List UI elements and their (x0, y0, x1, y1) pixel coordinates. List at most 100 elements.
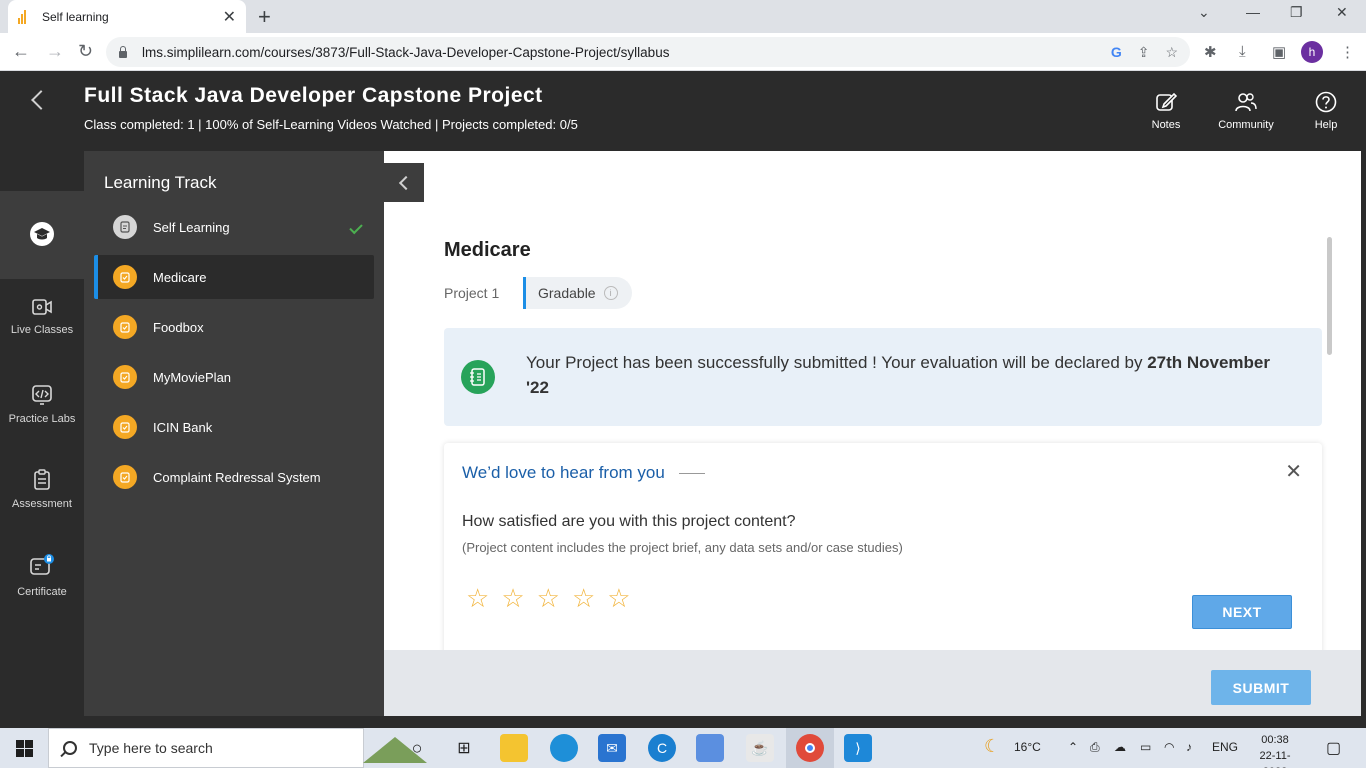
search-icon (63, 741, 77, 755)
completed-check-icon (349, 220, 363, 234)
reload-icon[interactable]: ↻ (78, 41, 93, 62)
project-content: Medicare Project 1 Gradable i Your Proje… (384, 151, 1361, 650)
window-close-icon[interactable]: ✕ (1336, 4, 1348, 21)
download-icon[interactable]: ⤓ (1239, 43, 1246, 60)
store-icon[interactable] (696, 734, 724, 762)
track-item-self-learning[interactable]: Self Learning (94, 205, 374, 249)
star-1-icon[interactable]: ☆ (466, 585, 489, 611)
track-item-mymovieplan[interactable]: MyMoviePlan (94, 355, 374, 399)
share-icon[interactable]: ⇪ (1138, 44, 1150, 61)
edge-icon[interactable] (550, 734, 578, 762)
forward-icon[interactable]: → (46, 41, 64, 62)
tray-chevron-icon[interactable]: ⌃ (1068, 740, 1078, 754)
learning-track-title: Learning Track (104, 173, 217, 192)
weather-temp[interactable]: 16°C (1014, 740, 1041, 754)
battery-icon[interactable]: ▭ (1140, 740, 1151, 754)
chrome-icon[interactable] (796, 734, 824, 762)
document-icon (113, 215, 137, 239)
track-item-foodbox[interactable]: Foodbox (94, 305, 374, 349)
content-scrollbar[interactable] (1327, 237, 1332, 355)
bookmark-star-icon[interactable]: ☆ (1165, 44, 1178, 61)
clock-time: 00:38 (1261, 734, 1289, 746)
heading-divider (678, 472, 705, 474)
url-text: lms.simplilearn.com/courses/3873/Full-St… (142, 44, 670, 60)
submission-success-banner: Your Project has been successfully submi… (444, 328, 1322, 426)
language-indicator[interactable]: ENG (1212, 740, 1238, 754)
google-icon[interactable]: G (1111, 44, 1122, 61)
notebook-icon (461, 360, 495, 394)
cortana-app-icon[interactable]: C (648, 734, 676, 762)
java-icon[interactable]: ☕ (746, 734, 774, 762)
rail-label-certificate: Certificate (17, 586, 67, 598)
tab-search-icon[interactable]: ⌄ (1198, 4, 1210, 21)
mail-icon[interactable]: ✉ (598, 734, 626, 762)
community-button[interactable]: Community (1206, 91, 1286, 131)
project-clipboard-icon (113, 315, 137, 339)
file-explorer-icon[interactable] (500, 734, 528, 762)
back-arrow-icon[interactable] (31, 90, 51, 110)
collapse-panel-button[interactable] (384, 163, 424, 202)
notifications-icon[interactable]: ▢ (1326, 738, 1341, 758)
notes-button[interactable]: Notes (1126, 91, 1206, 131)
taskbar-clock[interactable]: 00:38 22-11-2022 (1250, 732, 1300, 768)
tab-close-icon[interactable]: ✕ (223, 7, 236, 27)
simplilearn-favicon-icon (18, 9, 32, 24)
onedrive-icon[interactable]: ☁ (1114, 740, 1126, 754)
project-clipboard-icon (113, 365, 137, 389)
success-message: Your Project has been successfully submi… (526, 350, 1286, 400)
feedback-close-icon[interactable]: ✕ (1285, 459, 1302, 484)
success-text: Your Project has been successfully submi… (526, 353, 1148, 372)
track-item-label: Foodbox (153, 319, 204, 335)
meet-now-icon[interactable]: ⎙ (1090, 740, 1100, 755)
windows-start-icon[interactable] (16, 740, 33, 757)
track-item-label: ICIN Bank (153, 419, 213, 435)
project-title: Medicare (444, 239, 531, 261)
star-4-icon[interactable]: ☆ (572, 585, 595, 611)
gradable-badge: Gradable i (523, 277, 632, 309)
next-button[interactable]: NEXT (1192, 595, 1292, 629)
star-2-icon[interactable]: ☆ (501, 585, 524, 611)
feedback-heading-text: We’d love to hear from you (462, 463, 665, 482)
profile-avatar[interactable]: h (1301, 41, 1323, 63)
notes-label: Notes (1151, 119, 1181, 131)
taskbar-search-placeholder: Type here to search (89, 740, 213, 756)
track-item-medicare[interactable]: Medicare (94, 255, 374, 299)
community-icon (1235, 93, 1257, 112)
star-3-icon[interactable]: ☆ (537, 585, 560, 611)
volume-icon[interactable]: ♪ (1186, 740, 1192, 754)
side-panel-icon[interactable]: ▣ (1272, 43, 1286, 61)
submit-footer: SUBMIT (384, 650, 1361, 716)
rail-item-live-classes[interactable]: Live Classes (0, 297, 84, 337)
wifi-icon[interactable]: ◠ (1164, 740, 1174, 754)
cortana-icon[interactable]: ○ (403, 734, 431, 762)
track-item-complaint-redressal[interactable]: Complaint Redressal System (94, 455, 374, 499)
track-item-label: MyMoviePlan (153, 369, 232, 385)
rail-item-assessment[interactable]: Assessment (0, 469, 84, 511)
rail-item-practice-labs[interactable]: Practice Labs (0, 384, 84, 426)
track-item-icin-bank[interactable]: ICIN Bank (94, 405, 374, 449)
task-view-icon[interactable]: ⊞ (450, 734, 478, 762)
notes-icon (1156, 92, 1177, 111)
feedback-question: How satisfied are you with this project … (462, 513, 796, 530)
submit-button[interactable]: SUBMIT (1211, 670, 1311, 705)
extensions-icon[interactable]: ✱ (1204, 43, 1217, 61)
project-clipboard-icon (113, 465, 137, 489)
restore-icon[interactable]: ❐ (1290, 4, 1303, 21)
browser-tab[interactable]: Self learning ✕ (8, 0, 246, 33)
taskbar-search[interactable]: Type here to search (48, 728, 427, 768)
info-icon[interactable]: i (603, 286, 618, 300)
course-header: Full Stack Java Developer Capstone Proje… (0, 71, 1366, 151)
minimize-icon[interactable]: — (1246, 4, 1260, 20)
new-tab-button[interactable]: + (258, 4, 271, 30)
rail-item-learning[interactable] (0, 221, 84, 253)
track-item-label: Medicare (153, 269, 207, 285)
back-icon[interactable]: ← (12, 41, 30, 62)
rail-item-certificate[interactable]: Certificate (0, 553, 84, 599)
rail-label-practice-labs: Practice Labs (8, 413, 76, 425)
vscode-icon[interactable]: ⟩ (844, 734, 872, 762)
url-bar[interactable]: lms.simplilearn.com/courses/3873/Full-St… (106, 37, 1190, 67)
weather-moon-icon[interactable]: ☾ (984, 736, 1000, 757)
help-button[interactable]: Help (1286, 91, 1366, 131)
chrome-menu-icon[interactable]: ⋮ (1340, 43, 1355, 61)
star-5-icon[interactable]: ☆ (607, 585, 630, 611)
